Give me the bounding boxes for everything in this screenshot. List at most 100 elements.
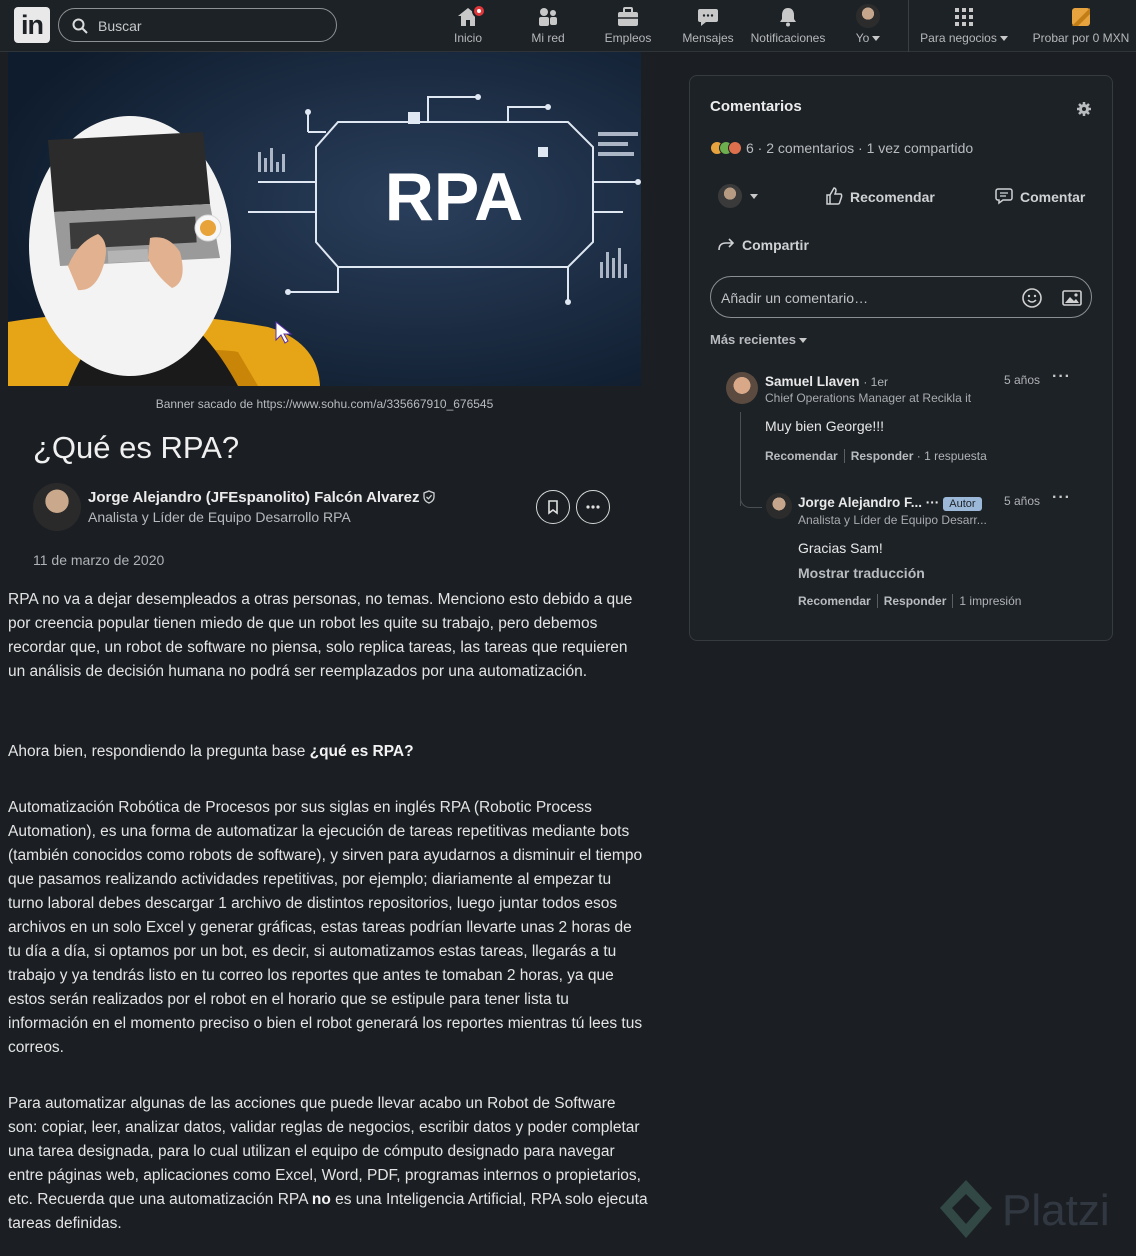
reply-actions: Recomendar Responder 1 impresión	[798, 594, 1021, 608]
nav-business[interactable]: Para negocios	[918, 4, 1010, 48]
ellipsis-icon	[586, 505, 600, 509]
share-icon	[718, 238, 735, 251]
comment-time: 5 años	[1004, 373, 1041, 387]
nav-jobs-label: Empleos	[604, 31, 652, 45]
reply-author-avatar[interactable]	[766, 493, 792, 519]
share-label: Compartir	[742, 237, 809, 253]
reply-recommend-button[interactable]: Recomendar	[798, 594, 871, 608]
divider	[952, 594, 954, 608]
nav-me-label: Yo	[855, 31, 870, 45]
nav-business-label: Para negocios	[920, 31, 997, 45]
author-avatar[interactable]	[33, 483, 81, 531]
divider	[843, 449, 845, 463]
comments-title: Comentarios	[710, 98, 802, 115]
comment-label: Comentar	[1020, 189, 1086, 205]
paragraph-4: Para automatizar algunas de las acciones…	[8, 1092, 648, 1236]
share-button[interactable]: Compartir	[716, 234, 809, 254]
profile-avatar	[856, 4, 880, 28]
nav-premium-label: Probar por 0 MXN	[1032, 31, 1130, 45]
comment-actions: Recomendar Responder · 1 respuesta	[765, 449, 987, 463]
comment-reply-button[interactable]: Responder	[851, 449, 914, 463]
article-banner-image: RPA	[8, 52, 641, 386]
chevron-down-icon	[750, 193, 758, 199]
add-comment-field[interactable]: Añadir un comentario…	[710, 276, 1092, 318]
nav-network-label: Mi red	[531, 31, 565, 45]
paragraph-4-bold: no	[311, 1191, 331, 1208]
reply-reply-button[interactable]: Responder	[884, 594, 947, 608]
sort-dropdown[interactable]: Más recientes	[710, 332, 807, 347]
show-translation-link[interactable]: Mostrar traducción	[798, 565, 925, 581]
banner-caption: Banner sacado de https://www.sohu.com/a/…	[155, 397, 494, 411]
commenter-avatar[interactable]	[726, 372, 758, 404]
divider	[876, 594, 878, 608]
impression-count: 1 impresión	[959, 594, 1022, 608]
thumbs-up-icon	[826, 187, 843, 205]
paragraph-2-text: Ahora bien, respondiendo la pregunta bas…	[8, 743, 310, 760]
author-name-link[interactable]: Jorge Alejandro (JFEspanolito) Falcón Al…	[88, 489, 436, 506]
add-comment-input[interactable]: Añadir un comentario…	[721, 290, 868, 306]
grid-icon	[955, 8, 973, 26]
save-article-button[interactable]	[536, 490, 570, 524]
platzi-logo-icon	[940, 1180, 992, 1238]
comment-recommend-button[interactable]: Recomendar	[765, 449, 838, 463]
reply-author-headline: Analista y Líder de Equipo Desarr...	[798, 513, 987, 527]
platzi-watermark: Platzi	[936, 1178, 1126, 1248]
nav-network[interactable]: Mi red	[524, 4, 572, 48]
nav-notifications[interactable]: Notificaciones	[748, 4, 828, 48]
reaction-stats[interactable]: 6 · 2 comentarios · 1 vez compartido	[710, 140, 973, 156]
nav-messaging[interactable]: Mensajes	[680, 4, 736, 48]
briefcase-icon	[618, 7, 638, 26]
nav-messaging-label: Mensajes	[682, 31, 734, 45]
premium-icon	[1072, 8, 1090, 26]
nav-home[interactable]: Inicio	[448, 4, 488, 48]
platzi-watermark-text: Platzi	[1002, 1186, 1110, 1235]
top-navigation: in Buscar Inicio Mi red Empleos Mensajes…	[0, 0, 1136, 52]
comment-button[interactable]: Comentar	[994, 186, 1085, 206]
chevron-down-icon	[799, 338, 807, 344]
current-user-avatar	[718, 184, 742, 208]
paragraph-1: RPA no va a dejar desempleados a otras p…	[8, 591, 633, 680]
message-icon	[698, 9, 718, 26]
chevron-down-icon	[999, 36, 1008, 42]
reaction-stats-text: 6 · 2 comentarios · 1 vez compartido	[746, 140, 974, 156]
reply-count[interactable]: · 1 respuesta	[917, 449, 987, 463]
recommend-label: Recomendar	[850, 189, 935, 205]
comment-more-icon[interactable]: ···	[1052, 368, 1071, 386]
image-icon[interactable]	[1061, 288, 1083, 308]
more-options-button[interactable]	[576, 490, 610, 524]
reaction-avatar-selector[interactable]	[718, 184, 758, 208]
paragraph-3: Automatización Robótica de Procesos por …	[8, 799, 643, 1056]
reply-author-name[interactable]: Jorge Alejandro F... ··· Autor	[798, 495, 982, 511]
nav-jobs[interactable]: Empleos	[600, 4, 656, 48]
nav-divider	[908, 0, 909, 52]
linkedin-logo[interactable]: in	[14, 7, 50, 43]
gear-icon[interactable]	[1076, 101, 1092, 117]
paragraph-2-bold: ¿qué es RPA?	[309, 743, 414, 760]
bell-icon	[780, 8, 796, 27]
search-input[interactable]: Buscar	[98, 18, 142, 34]
author-headline: Analista y Líder de Equipo Desarrollo RP…	[88, 509, 351, 525]
chevron-down-icon	[872, 36, 881, 42]
author-name: Jorge Alejandro (JFEspanolito) Falcón Al…	[88, 489, 420, 506]
people-icon	[539, 8, 557, 26]
recommend-button[interactable]: Recomendar	[824, 186, 935, 206]
banner-rpa-text: RPA	[385, 159, 524, 235]
comment-icon	[995, 188, 1013, 205]
commenter-name[interactable]: Samuel Llaven · 1er	[765, 374, 888, 389]
emoji-icon[interactable]	[1021, 287, 1043, 309]
comment-text: Muy bien George!!!	[765, 418, 885, 434]
article-title: ¿Qué es RPA?	[33, 430, 240, 465]
search-icon	[72, 18, 88, 34]
commenter-headline: Chief Operations Manager at Recikla it	[765, 391, 972, 405]
nav-notifications-label: Notificaciones	[750, 31, 826, 45]
nav-me[interactable]: Yo	[846, 4, 890, 48]
nav-premium-trial[interactable]: Probar por 0 MXN	[1030, 4, 1132, 48]
thread-connector	[740, 490, 762, 508]
search-box[interactable]: Buscar	[58, 8, 337, 42]
reply-text: Gracias Sam!	[798, 540, 883, 556]
reply-more-icon[interactable]: ···	[1052, 489, 1071, 507]
comments-panel: Comentarios 6 · 2 comentarios · 1 vez co…	[689, 75, 1113, 641]
verified-icon	[423, 490, 436, 504]
notification-dot	[472, 4, 486, 18]
sort-label: Más recientes	[710, 332, 796, 347]
